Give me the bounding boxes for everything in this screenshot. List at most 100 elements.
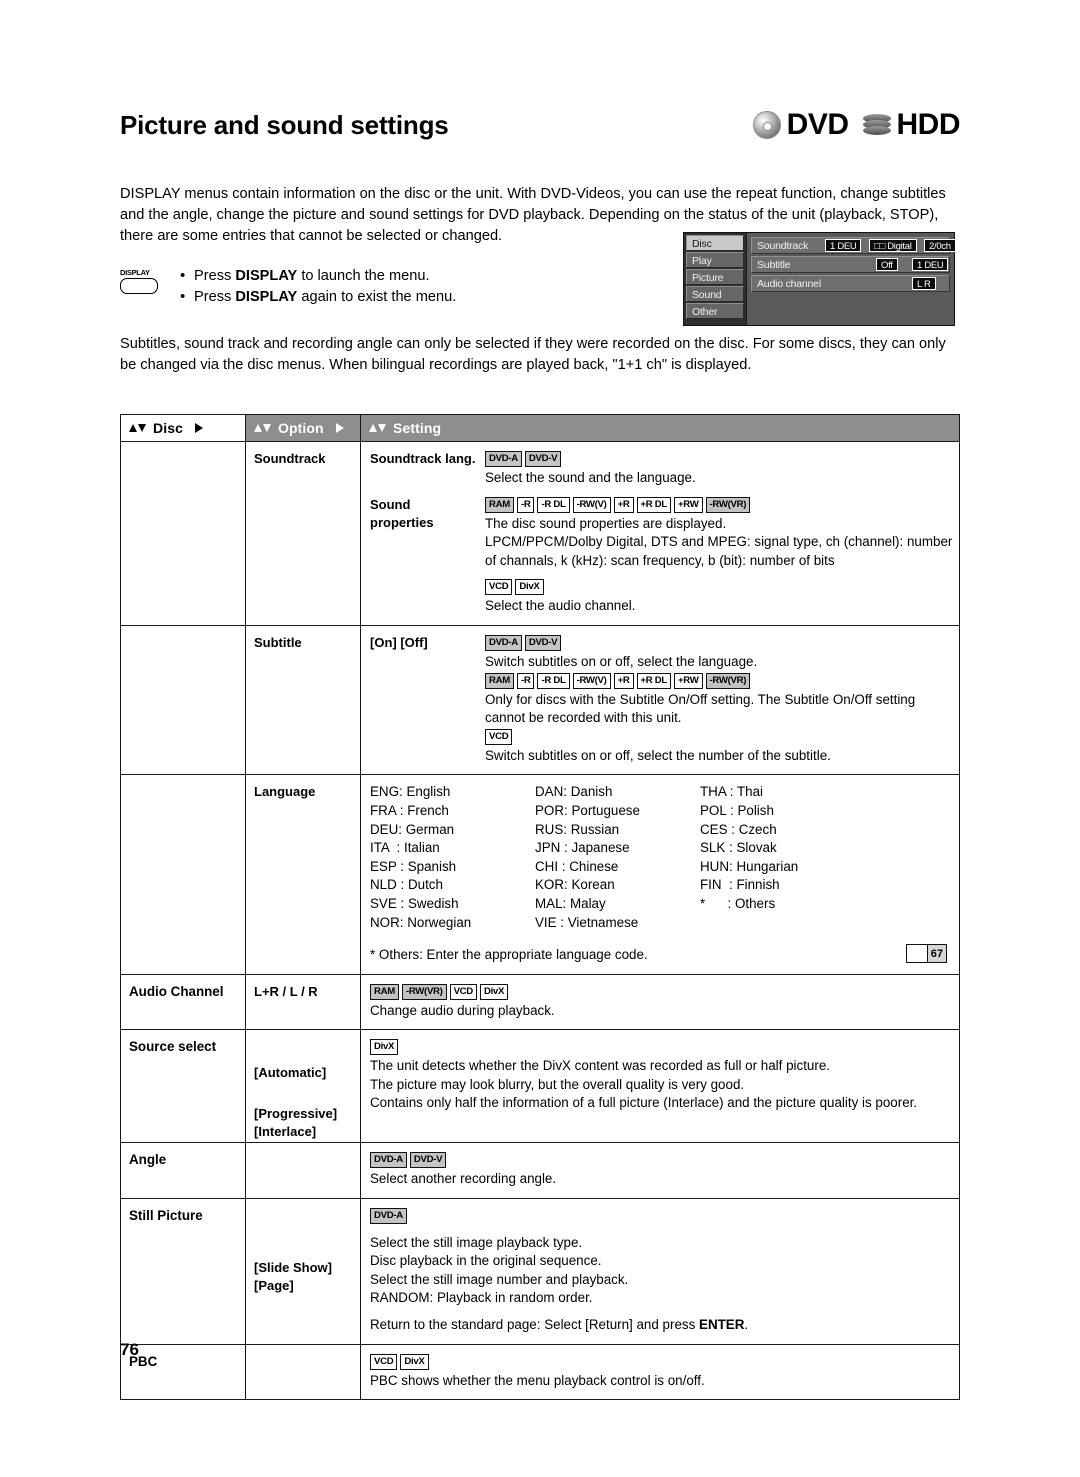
- osd-row-subtitle-label: Subtitle: [757, 259, 791, 271]
- disc-tag-list: RAM -RW(VR) VCD DivX: [370, 983, 953, 1000]
- language-item: SLK : Slovak: [700, 840, 777, 856]
- osd-menu-item-disc: Disc: [686, 235, 744, 251]
- setting-block-soundtrack-lang: Soundtrack lang. DVD-A DVD-V Select the s…: [370, 450, 953, 488]
- osd-screenshot: Disc Play Picture Sound Other Soundtrack…: [683, 232, 956, 326]
- table-cell-setting: DivX The unit detects whether the DivX c…: [361, 1030, 959, 1142]
- table-header-option: Option: [246, 415, 361, 441]
- right-arrow-icon: [194, 423, 203, 433]
- table-cell-setting: VCD DivX PBC shows whether the menu playb…: [361, 1345, 959, 1400]
- setting-description: Select the still image number and playba…: [370, 1271, 629, 1306]
- setting-description: Contains only half the information of a …: [370, 1095, 918, 1111]
- disc-tag-list: DVD-A DVD-V: [485, 451, 953, 467]
- table-header-row: Disc Option Setting: [121, 415, 959, 442]
- table-row: Audio Channel L+R / L / R RAM -RW(VR) VCD D…: [121, 974, 959, 1031]
- language-item: ENG: English: [370, 784, 451, 800]
- language-item: CHI : Chinese: [535, 858, 619, 874]
- language-code-grid: ENG: English FRA : French DEU: German IT…: [370, 783, 953, 932]
- setting-description: Disc playback in the original sequence.: [370, 1253, 602, 1269]
- language-item: DEU: German: [370, 821, 455, 837]
- disc-tag-list: RAM -R -R DL -RW(V) +R +R DL +RW -RW(VR): [485, 496, 953, 513]
- disc-tag-list: DVD-A: [370, 1207, 953, 1224]
- still-picture-option-page: [Page]: [254, 1278, 294, 1294]
- display-button-icon: DISPLAY: [120, 268, 158, 294]
- still-picture-option-slideshow: [Slide Show]: [254, 1259, 332, 1275]
- disc-tag-list: RAM -R -R DL -RW(V) +R +R DL +RW -RW(VR): [485, 672, 953, 689]
- setting-description: The unit detects whether the DivX conten…: [370, 1058, 830, 1074]
- language-item: HUN: Hungarian: [700, 858, 799, 874]
- disc-tag-list: VCD: [485, 728, 953, 745]
- settings-table: Disc Option Setting Soundtrack Soundtrac…: [120, 414, 960, 1401]
- osd-chip-audio-channel-value: L R: [912, 277, 936, 290]
- disc-tag-plus-r: +R: [613, 496, 634, 513]
- language-item: FRA : French: [370, 802, 449, 818]
- disc-tag-minus-rw-v: -RW(V): [572, 496, 611, 513]
- setting-description: The picture may look blurry, but the ove…: [370, 1076, 745, 1092]
- table-cell-setting: RAM -RW(VR) VCD DivX Change audio during pl…: [361, 975, 959, 1030]
- disc-tag-divx: DivX: [400, 1353, 429, 1370]
- setting-description: Switch subtitles on or off, select the n…: [485, 747, 831, 763]
- bullet-text-bold: DISPLAY: [235, 268, 298, 284]
- osd-chip-soundtrack-format: □□ Digital: [869, 239, 917, 252]
- setting-description: Only for discs with the Subtitle On/Off …: [485, 691, 916, 726]
- setting-label: [On] [Off]: [370, 634, 428, 650]
- disc-tag-plus-r-dl: +R DL: [636, 672, 671, 689]
- table-cell-option: Language: [246, 775, 361, 974]
- osd-row-soundtrack: Soundtrack 1 DEU □□ Digital 2/0ch: [751, 237, 956, 254]
- setting-description: Select the audio channel.: [485, 598, 636, 614]
- language-item: * : Others: [700, 895, 776, 911]
- disc-tag-dvd-v: DVD-V: [409, 1152, 447, 1169]
- disc-tag-ram: RAM: [485, 496, 514, 513]
- table-cell-option: [Slide Show] [Page]: [246, 1198, 361, 1344]
- setting-label: Soundtrack lang.: [370, 451, 476, 466]
- table-row: Source select [Automatic] [Progressive] …: [121, 1030, 959, 1144]
- disc-tag-plus-r: +R: [613, 672, 634, 689]
- table-cell-disc: Source select: [121, 1030, 246, 1143]
- table-cell-disc: [121, 625, 246, 775]
- bullet-text-pre: Press: [194, 268, 236, 284]
- page-title: Picture and sound settings: [120, 110, 449, 140]
- setting-description: PBC shows whether the menu playback cont…: [370, 1372, 705, 1388]
- setting-label: Sound properties: [370, 496, 434, 531]
- disc-tag-minus-r-dl: -R DL: [537, 672, 570, 689]
- disc-tag-minus-r: -R: [516, 496, 535, 513]
- bullet-text-bold: DISPLAY: [235, 289, 298, 305]
- language-item: RUS: Russian: [535, 821, 620, 837]
- language-item: DAN: Danish: [535, 784, 613, 800]
- still-picture-footer-bold: ENTER: [699, 1317, 745, 1333]
- language-item: ITA : Italian: [370, 840, 440, 856]
- osd-menu-column: Disc Play Picture Sound Other: [684, 233, 746, 325]
- table-cell-option: [Automatic] [Progressive] [Interlace]: [246, 1030, 361, 1143]
- disc-tag-dvd-v: DVD-V: [524, 634, 562, 651]
- media-badge-dvd: DVD: [752, 108, 849, 142]
- table-cell-setting: DVD-A Select the still image playback ty…: [361, 1199, 959, 1344]
- language-item: SVE : Swedish: [370, 895, 459, 911]
- disc-tag-dvd-a: DVD-A: [370, 1152, 407, 1169]
- disc-tag-minus-rw-v: -RW(V): [572, 672, 611, 689]
- display-instructions: DISPLAY Press DISPLAY to launch the menu…: [120, 265, 680, 308]
- disc-tag-minus-rw-vr: -RW(VR): [705, 496, 751, 513]
- up-down-arrows-icon: [129, 423, 146, 433]
- table-row: PBC VCD DivX PBC shows whether the menu p…: [121, 1344, 959, 1400]
- disc-tag-minus-r: -R: [516, 672, 535, 689]
- page-reference-number: 67: [927, 945, 946, 963]
- osd-chip-subtitle-lang: 1 DEU: [912, 258, 949, 271]
- disc-tag-plus-rw: +RW: [674, 672, 703, 689]
- language-item: CES : Czech: [700, 821, 777, 837]
- table-cell-option: [246, 1344, 361, 1400]
- table-header-disc: Disc: [121, 415, 246, 441]
- book-icon: [907, 945, 928, 963]
- still-picture-footer-post: .: [744, 1317, 749, 1333]
- language-item: FIN : Finnish: [700, 877, 780, 893]
- table-cell-disc: Audio Channel: [121, 974, 246, 1030]
- up-down-arrows-icon: [369, 423, 386, 433]
- media-badges: DVD HDD: [752, 108, 960, 142]
- table-row: Still Picture [Slide Show] [Page] DVD-A …: [121, 1198, 959, 1345]
- language-item: KOR: Korean: [535, 877, 615, 893]
- setting-description: Select another recording angle.: [370, 1171, 557, 1187]
- page-number: 76: [120, 1340, 139, 1359]
- disc-icon: [752, 111, 781, 139]
- right-arrow-icon: [335, 423, 344, 433]
- table-cell-setting: ENG: English FRA : French DEU: German IT…: [361, 775, 959, 973]
- setting-description: The disc sound properties are displayed.: [485, 515, 727, 531]
- table-cell-option: L+R / L / R: [246, 974, 361, 1030]
